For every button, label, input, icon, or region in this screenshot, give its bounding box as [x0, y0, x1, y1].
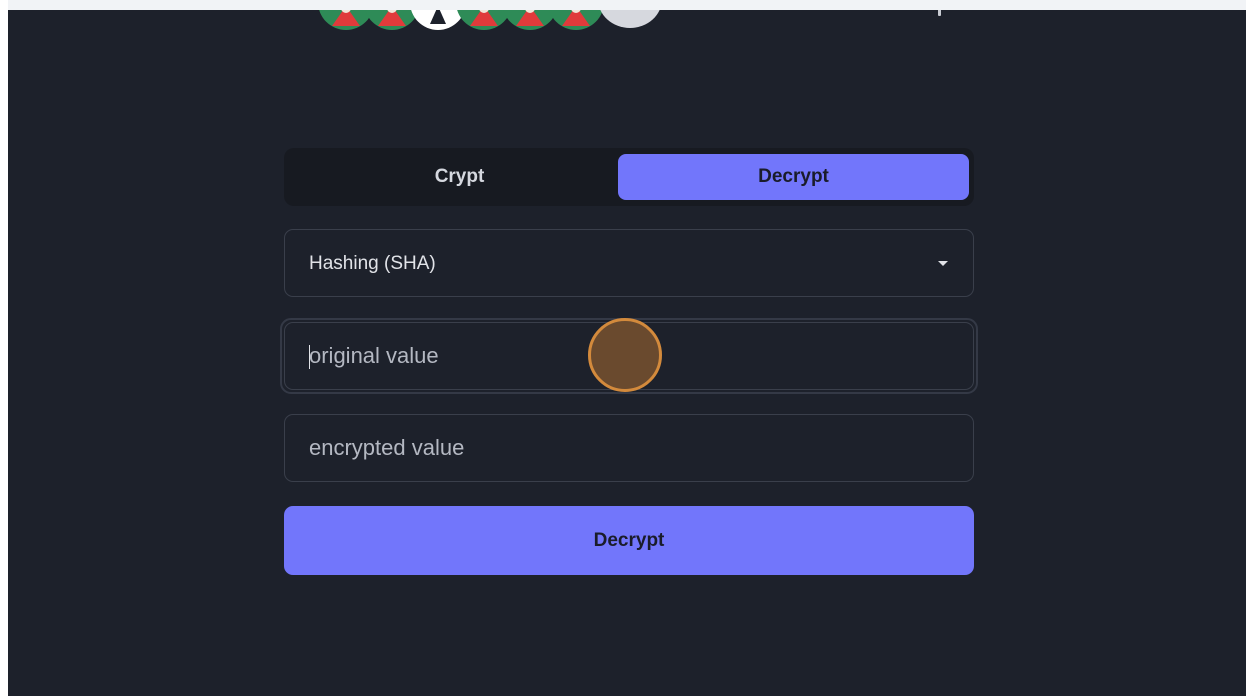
decrypt-button[interactable]: Decrypt	[284, 506, 974, 575]
chevron-down-icon	[938, 261, 948, 266]
app-container: Crypt Decrypt Hashing (SHA) Decrypt	[8, 10, 1246, 696]
avatar[interactable]	[598, 10, 662, 28]
avatar-row	[316, 10, 676, 32]
avatar[interactable]	[546, 10, 606, 32]
window-top-edge	[0, 0, 1246, 10]
click-indicator	[588, 318, 662, 392]
text-caret	[309, 345, 310, 369]
encrypted-value-field	[284, 414, 974, 482]
mode-toggle: Crypt Decrypt	[284, 148, 974, 206]
encrypted-value-input[interactable]	[309, 415, 949, 481]
window-left-edge	[0, 0, 8, 696]
tab-decrypt[interactable]: Decrypt	[618, 154, 969, 200]
menu-dots-icon[interactable]	[938, 10, 941, 16]
tab-crypt[interactable]: Crypt	[284, 154, 635, 200]
algorithm-select-value: Hashing (SHA)	[309, 253, 436, 274]
algorithm-select[interactable]: Hashing (SHA)	[284, 229, 974, 297]
